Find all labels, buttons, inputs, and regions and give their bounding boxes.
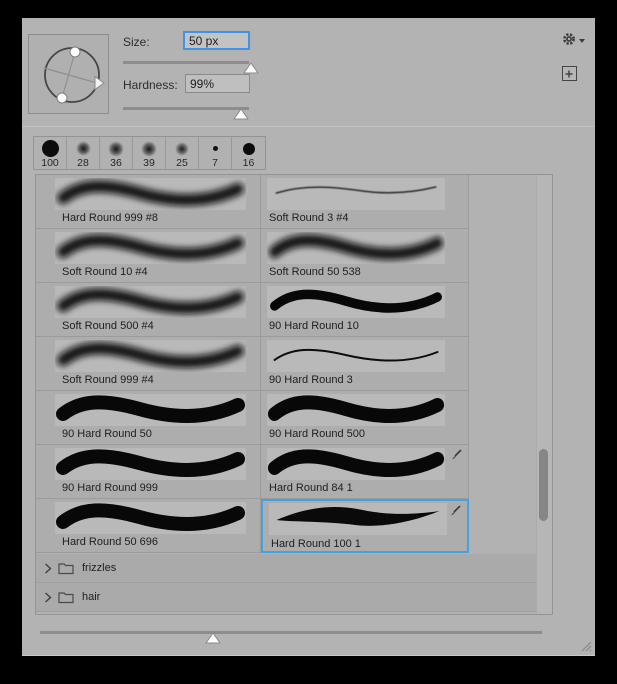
recent-brush-28[interactable]: 28 bbox=[67, 137, 100, 169]
hardness-slider-thumb[interactable] bbox=[233, 108, 249, 120]
brush-item-soft-round-50-538[interactable]: Soft Round 50 538 bbox=[261, 229, 469, 283]
hard-dot-icon bbox=[212, 146, 218, 151]
brush-tip-icon bbox=[452, 449, 462, 460]
brush-row: 90 Hard Round 50 90 Hard Round 500 bbox=[36, 391, 469, 445]
brush-stroke-preview bbox=[267, 232, 445, 264]
preview-size-slider-track bbox=[40, 631, 542, 634]
brush-row: Soft Round 10 #4 Soft Round 50 538 bbox=[36, 229, 469, 283]
brush-stroke-preview bbox=[55, 340, 246, 372]
brush-stroke-preview bbox=[55, 502, 246, 534]
brush-row: Soft Round 500 #4 90 Hard Round 10 bbox=[36, 283, 469, 337]
brush-item-soft-round-10-4[interactable]: Soft Round 10 #4 bbox=[36, 229, 261, 283]
chevron-right-icon[interactable] bbox=[44, 562, 52, 574]
gear-icon bbox=[563, 33, 575, 45]
brush-tip-icon bbox=[451, 505, 461, 516]
brush-stroke-preview bbox=[267, 394, 445, 426]
brush-stroke-preview bbox=[55, 232, 246, 264]
plus-icon bbox=[565, 70, 573, 78]
folder-icon bbox=[58, 562, 74, 574]
brush-angle-icon bbox=[43, 46, 105, 104]
brush-item-soft-round-3-4[interactable]: Soft Round 3 #4 bbox=[261, 175, 469, 229]
size-input[interactable] bbox=[183, 31, 250, 50]
folder-row-hair[interactable]: hair bbox=[36, 583, 536, 612]
recent-brush-39[interactable]: 39 bbox=[133, 137, 166, 169]
recent-brush-36[interactable]: 36 bbox=[100, 137, 133, 169]
recent-brush-7[interactable]: 7 bbox=[199, 137, 232, 169]
hardness-label: Hardness: bbox=[123, 78, 178, 92]
brush-stroke-preview bbox=[55, 448, 246, 480]
recent-brush-100[interactable]: 100 bbox=[34, 137, 67, 169]
brush-angle-roundness-control[interactable] bbox=[28, 34, 109, 114]
hardness-slider[interactable] bbox=[123, 106, 249, 122]
vertical-scrollbar-track[interactable] bbox=[536, 175, 552, 614]
brush-stroke-preview bbox=[55, 286, 246, 318]
recent-brush-25[interactable]: 25 bbox=[166, 137, 199, 169]
brush-settings-panel: Size: Hardness: bbox=[22, 18, 595, 656]
header-divider bbox=[22, 126, 595, 127]
brush-item-90-hard-round-10[interactable]: 90 Hard Round 10 bbox=[261, 283, 469, 337]
size-slider-track bbox=[123, 61, 249, 64]
preview-size-slider-thumb[interactable] bbox=[205, 632, 221, 644]
size-label: Size: bbox=[123, 35, 150, 49]
brush-stroke-preview bbox=[267, 340, 445, 372]
create-new-brush-button[interactable] bbox=[562, 66, 577, 81]
brush-item-90-hard-round-500[interactable]: 90 Hard Round 500 bbox=[261, 391, 469, 445]
brush-item-hard-round-999-8[interactable]: Hard Round 999 #8 bbox=[36, 175, 261, 229]
panel-menu-button[interactable] bbox=[561, 31, 587, 49]
menu-caret-icon bbox=[579, 39, 585, 43]
brush-row: Hard Round 999 #8 Soft Round 3 #4 bbox=[36, 175, 469, 229]
folder-row-frizzles[interactable]: frizzles bbox=[36, 554, 536, 583]
hard-dot-icon bbox=[242, 142, 255, 155]
brush-item-soft-round-999-4[interactable]: Soft Round 999 #4 bbox=[36, 337, 261, 391]
size-slider-thumb[interactable] bbox=[243, 62, 259, 74]
brush-stroke-preview bbox=[55, 394, 246, 426]
recent-brush-16[interactable]: 16 bbox=[232, 137, 265, 169]
hardness-slider-track bbox=[123, 107, 249, 110]
brush-list: Hard Round 999 #8 Soft Round 3 #4 Soft R… bbox=[35, 174, 553, 615]
brush-item-hard-round-84-1[interactable]: Hard Round 84 1 bbox=[261, 445, 469, 499]
hardness-input[interactable] bbox=[185, 74, 250, 93]
folder-icon bbox=[58, 591, 74, 603]
brush-stroke-preview bbox=[55, 178, 246, 210]
brush-item-90-hard-round-3[interactable]: 90 Hard Round 3 bbox=[261, 337, 469, 391]
vertical-scrollbar-thumb[interactable] bbox=[539, 449, 548, 521]
chevron-right-icon[interactable] bbox=[44, 591, 52, 603]
brush-item-hard-round-50-696[interactable]: Hard Round 50 696 bbox=[36, 499, 261, 553]
brush-row: 90 Hard Round 999 Hard Round 84 1 bbox=[36, 445, 469, 499]
brush-item-90-hard-round-999[interactable]: 90 Hard Round 999 bbox=[36, 445, 261, 499]
recent-brushes-strip: 100 28 36 39 25 7 16 bbox=[33, 136, 266, 170]
soft-dot-icon bbox=[75, 141, 91, 156]
soft-dot-icon bbox=[141, 140, 157, 157]
resize-grip[interactable] bbox=[577, 637, 593, 653]
brush-item-soft-round-500-4[interactable]: Soft Round 500 #4 bbox=[36, 283, 261, 337]
screen: Size: Hardness: bbox=[0, 0, 617, 684]
preview-size-slider[interactable] bbox=[40, 630, 542, 646]
soft-dot-icon bbox=[175, 141, 189, 156]
brush-item-hard-round-100-1-selected[interactable]: Hard Round 100 1 bbox=[261, 499, 469, 553]
soft-dot-icon bbox=[108, 140, 124, 157]
brush-stroke-preview bbox=[267, 178, 445, 210]
brush-item-90-hard-round-50[interactable]: 90 Hard Round 50 bbox=[36, 391, 261, 445]
brush-stroke-preview bbox=[267, 286, 445, 318]
hard-dot-icon bbox=[41, 140, 59, 157]
brush-stroke-preview bbox=[267, 448, 445, 480]
brush-row: Soft Round 999 #4 90 Hard Round 3 bbox=[36, 337, 469, 391]
brush-row: Hard Round 50 696 Hard Round 100 1 bbox=[36, 499, 469, 553]
brush-stroke-preview bbox=[269, 503, 447, 535]
